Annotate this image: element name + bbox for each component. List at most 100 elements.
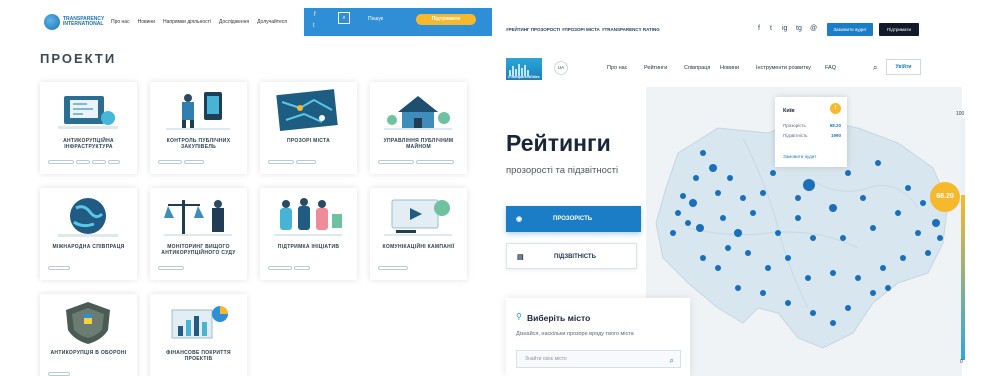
twitter-icon[interactable]: t <box>313 23 315 29</box>
city-map-illustration <box>276 89 338 132</box>
telegram-icon[interactable]: tg <box>796 25 802 32</box>
ti-logo-text: TRANSPARENCY INTERNATIONAL <box>63 16 105 27</box>
finance-chart-illustration <box>171 306 228 339</box>
card-tags <box>378 266 408 270</box>
people-screen-illustration <box>166 92 230 130</box>
nav-item-research[interactable]: Дослідження <box>219 19 249 25</box>
ti-header-action-bar: f t ⌕ Пошук Підтримати <box>304 8 492 36</box>
card-title: АНТИКОРУПЦІЯ В ОБОРОНІ <box>50 350 127 356</box>
search-label[interactable]: Пошук <box>368 16 383 22</box>
project-card-transparent-cities[interactable]: ПРОЗОРІ МІСТА <box>260 82 357 174</box>
ratings-page: #РЕЙТИНГ ПРОЗОРОСТІ #ПРОЗОРІ МІСТА #TRAN… <box>498 0 983 376</box>
ti-main-nav: Про нас Новини Напрямки діяльності Дослі… <box>111 19 287 25</box>
document-icon: ▤ <box>517 254 524 261</box>
popup-order-audit-link[interactable]: Замовити аудит <box>783 154 816 159</box>
tab-transparency[interactable]: ◉ ПРОЗОРІСТЬ <box>506 206 641 232</box>
card-title: АНТИКОРУПЦІЙНА ІНФРАСТРУКТУРА <box>63 138 114 150</box>
popup-row-value: 1990 <box>830 133 841 138</box>
city-select-panel: ⚲ Виберіть місто Дізнайся, наскільки про… <box>506 298 690 376</box>
tab-label: ПРОЗОРІСТЬ <box>553 216 593 222</box>
nav-item-tools[interactable]: Інструменти розвитку <box>756 65 811 71</box>
project-card-infrastructure[interactable]: АНТИКОРУПЦІЙНА ІНФРАСТРУКТУРА <box>40 82 137 174</box>
rating-scale[interactable] <box>961 118 965 360</box>
popup-row-label: Підзвітність <box>783 133 808 138</box>
card-title: КОНТРОЛЬ ПУБЛІЧНИХ ЗАКУПІВЕЛЬ <box>166 138 231 150</box>
city-search-input[interactable]: Знайти своє місто ⌕ <box>516 350 681 368</box>
hashtag-transparency-rating[interactable]: #РЕЙТИНГ ПРОЗОРОСТІ <box>506 27 560 32</box>
facebook-icon[interactable]: f <box>758 25 760 32</box>
nav-item-about[interactable]: Про нас <box>607 65 627 71</box>
tab-accountability[interactable]: ▤ ПІДЗВІТНІСТЬ <box>506 243 637 269</box>
twitter-icon[interactable]: t <box>770 25 772 32</box>
facebook-icon[interactable]: f <box>314 12 316 18</box>
project-card-communication[interactable]: КОМУНІКАЦІЙНІ КАМПАНІЇ <box>370 188 467 280</box>
scale-max-label: 100 <box>956 111 965 117</box>
popup-city-name: Київ <box>783 108 795 114</box>
page-subtitle: прозорості та підзвітності <box>506 165 619 176</box>
project-card-financing[interactable]: ФІНАНСОВЕ ПОКРИТТЯ ПРОЕКТІВ <box>150 294 247 376</box>
city-select-title: Виберіть місто <box>527 313 591 323</box>
login-button[interactable]: Увійти <box>886 59 921 75</box>
city-select-desc: Дізнайся, наскільки прозоре вряду твого … <box>516 331 634 337</box>
nav-item-about[interactable]: Про нас <box>111 19 130 25</box>
nav-item-directions[interactable]: Напрямки діяльності <box>163 19 211 25</box>
logo-text: #TransparentCities <box>508 75 540 79</box>
map-pin-icon: ⚲ <box>516 312 522 321</box>
email-icon[interactable]: @ <box>810 25 817 32</box>
globe-illustration <box>58 198 118 237</box>
project-card-public-property[interactable]: УПРАВЛІННЯ ПУБЛІЧНИМ МАЙНОМ <box>370 82 467 174</box>
video-illustration <box>384 199 452 236</box>
ratings-topbar: #РЕЙТИНГ ПРОЗОРОСТІ #ПРОЗОРІ МІСТА #TRAN… <box>498 0 983 52</box>
project-card-court-monitoring[interactable]: МОНІТОРИНГ ВИЩОГО АНТИКОРУПЦІЙНОГО СУДУ <box>150 188 247 280</box>
search-icon[interactable]: ⌕ <box>670 353 674 369</box>
scale-value-badge: 68.20 <box>930 182 960 212</box>
search-icon[interactable]: ⌕ <box>338 12 350 24</box>
nav-item-join[interactable]: Долучайтеся <box>257 19 287 25</box>
nav-item-faq[interactable]: FAQ <box>825 65 836 71</box>
card-tags <box>268 266 310 270</box>
card-title: МОНІТОРИНГ ВИЩОГО АНТИКОРУПЦІЙНОГО СУДУ <box>161 244 236 256</box>
project-card-defense[interactable]: АНТИКОРУПЦІЯ В ОБОРОНІ <box>40 294 137 376</box>
hashtag-transparency-rating-en[interactable]: #TRANSPARENCY RATING <box>602 27 660 32</box>
city-search-placeholder: Знайти своє місто <box>525 356 567 362</box>
popup-rank-badge: 1 <box>830 103 841 114</box>
card-title: КОМУНІКАЦІЙНІ КАМПАНІЇ <box>382 244 455 250</box>
transparent-cities-logo[interactable]: #TransparentCities <box>506 58 542 80</box>
rating-scale-fill <box>961 195 965 360</box>
card-title: УПРАВЛІННЯ ПУБЛІЧНИМ МАЙНОМ <box>383 138 454 150</box>
hashtag-transparent-cities[interactable]: #ПРОЗОРІ МІСТА <box>562 27 600 32</box>
nav-item-news[interactable]: Новини <box>720 65 739 71</box>
ti-logo[interactable]: TRANSPARENCY INTERNATIONAL <box>44 14 105 30</box>
language-switch[interactable]: UA <box>554 61 568 75</box>
order-audit-button[interactable]: Замовити аудит <box>827 23 873 36</box>
card-title: ПІДТРИМКА ІНІЦІАТИВ <box>277 244 340 250</box>
support-button[interactable]: Підтримати <box>416 14 476 25</box>
instagram-icon[interactable]: ig <box>782 25 787 32</box>
globe-icon <box>44 14 60 30</box>
nav-item-news[interactable]: Новини <box>138 19 155 25</box>
scale-min-label: 0 <box>960 359 963 365</box>
people-group-illustration <box>274 198 342 236</box>
search-icon[interactable]: ⌕ <box>873 63 877 73</box>
card-title: ПРОЗОРІ МІСТА <box>286 138 331 144</box>
nav-item-cooperation[interactable]: Співпраця <box>684 65 710 71</box>
project-card-international[interactable]: МІЖНАРОДНА СПІВПРАЦЯ <box>40 188 137 280</box>
card-tags <box>48 266 70 270</box>
card-title: МІЖНАРОДНА СПІВПРАЦЯ <box>52 244 125 250</box>
project-card-initiatives[interactable]: ПІДТРИМКА ІНІЦІАТИВ <box>260 188 357 280</box>
popup-row-label: Прозорість <box>783 123 806 128</box>
justice-scales-illustration <box>164 200 232 236</box>
support-button[interactable]: Підтримати <box>879 23 919 36</box>
card-tags <box>48 160 120 164</box>
eye-icon: ◉ <box>516 216 523 223</box>
tab-label: ПІДЗВІТНІСТЬ <box>554 254 596 260</box>
card-tags <box>48 372 70 376</box>
card-tags <box>158 266 184 270</box>
popup-row-accountability: Підзвітність 1990 <box>783 133 841 138</box>
nav-item-ratings[interactable]: Рейтинги <box>644 65 667 71</box>
project-card-procurement[interactable]: КОНТРОЛЬ ПУБЛІЧНИХ ЗАКУПІВЕЛЬ <box>150 82 247 174</box>
card-tags <box>268 160 316 164</box>
popup-row-transparency: Прозорість 68.20 <box>783 123 841 128</box>
city-popup: Київ 1 Прозорість 68.20 Підзвітність 199… <box>775 97 847 167</box>
page-title: ПРОЕКТИ <box>40 51 117 66</box>
